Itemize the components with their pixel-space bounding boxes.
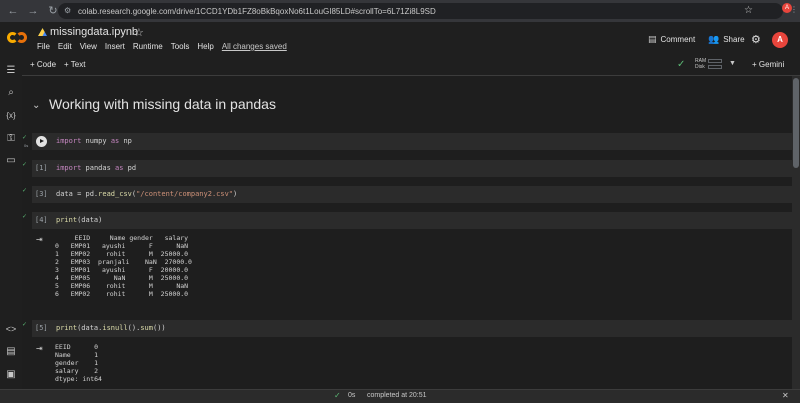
browser-toolbar: ← → ↻ ⚙ colab.research.google.com/drive/…	[0, 0, 800, 22]
executed-check-icon: ✓	[22, 162, 28, 168]
site-info-icon[interactable]: ⚙	[64, 6, 74, 16]
url-text: colab.research.google.com/drive/1CCD1YDb…	[78, 6, 436, 16]
share-people-icon: 👥	[708, 34, 720, 44]
menu-help[interactable]: Help	[197, 42, 213, 51]
run-cell-icon[interactable]	[36, 136, 47, 147]
menu-runtime[interactable]: Runtime	[133, 42, 163, 51]
cell-code: print(data.isnull().sum())	[56, 324, 166, 332]
status-time: 0s	[348, 392, 356, 399]
menu-edit[interactable]: Edit	[58, 42, 72, 51]
cell-exec-count: [5]	[35, 324, 48, 332]
cell-output: EEID Name gender salary 0 EMP01 ayushi F…	[55, 234, 192, 298]
files-folder-icon[interactable]: ▭	[4, 154, 18, 168]
section-heading: Working with missing data in pandas	[49, 96, 276, 112]
menu-insert[interactable]: Insert	[105, 42, 125, 51]
browser-menu-icon[interactable]: ⋮	[790, 5, 798, 14]
code-cell[interactable]: [4] print(data)	[32, 212, 792, 229]
gemini-button[interactable]: + Gemini	[752, 60, 784, 69]
section-collapse-icon[interactable]: ⌄	[32, 100, 40, 111]
forward-icon[interactable]: →	[26, 4, 40, 18]
connected-check-icon: ✓	[677, 59, 686, 70]
scrollbar[interactable]	[792, 76, 800, 389]
cell-exec-count: [1]	[35, 164, 48, 172]
terminal-icon[interactable]: ▣	[4, 368, 18, 382]
share-label: Share	[723, 35, 745, 44]
executed-check-icon: ✓	[22, 135, 28, 141]
address-bar[interactable]: ⚙ colab.research.google.com/drive/1CCD1Y…	[58, 3, 783, 19]
cell-code: data = pd.read_csv("/content/company2.cs…	[56, 190, 238, 198]
code-cell[interactable]: [1] import pandas as pd	[32, 160, 792, 177]
secrets-key-icon[interactable]: ⚿	[4, 132, 18, 146]
star-notebook-icon[interactable]: ☆	[134, 26, 144, 39]
resource-meter[interactable]	[708, 59, 722, 71]
executed-check-icon: ✓	[22, 322, 28, 328]
left-sidebar: ☰ ⌕ {x} ⚿ ▭ <> ▤ ▣	[0, 56, 22, 389]
save-status-link[interactable]: All changes saved	[222, 42, 287, 51]
bookmark-star-icon[interactable]: ☆	[744, 3, 753, 19]
gear-icon[interactable]: ⚙	[751, 33, 761, 46]
add-text-button[interactable]: + Text	[64, 60, 85, 69]
notebook-area: ⌄ Working with missing data in pandas im…	[22, 76, 792, 389]
ram-disk-labels[interactable]: RAM Disk	[695, 58, 706, 70]
menu-view[interactable]: View	[80, 42, 97, 51]
back-icon[interactable]: ←	[6, 4, 20, 18]
variables-icon[interactable]: {x}	[4, 109, 18, 123]
status-text[interactable]: completed at 20:51	[367, 392, 427, 399]
close-icon[interactable]: ✕	[782, 391, 789, 400]
code-cell[interactable]: import numpy as np	[32, 133, 792, 150]
disk-label: Disk	[695, 64, 705, 70]
chevron-down-icon[interactable]: ▼	[729, 60, 736, 67]
notebook-title[interactable]: missingdata.ipynb	[50, 26, 138, 38]
comment-icon: ▤	[648, 34, 657, 44]
cell-code: import pandas as pd	[56, 164, 137, 172]
cell-code: import numpy as np	[56, 137, 132, 145]
exec-time: 0s	[24, 143, 29, 148]
cell-exec-count: [4]	[35, 216, 48, 224]
cell-output: EEID 0 Name 1 gender 1 salary 2 dtype: i…	[55, 343, 102, 383]
code-cell[interactable]: [3] data = pd.read_csv("/content/company…	[32, 186, 792, 203]
code-cell[interactable]: [5] print(data.isnull().sum())	[32, 320, 792, 337]
menu-tools[interactable]: Tools	[171, 42, 190, 51]
colab-logo-icon[interactable]	[7, 30, 29, 46]
comment-button[interactable]: ▤ Comment	[648, 34, 695, 45]
scroll-thumb[interactable]	[793, 78, 799, 168]
code-snippets-icon[interactable]: <>	[4, 322, 18, 336]
command-palette-icon[interactable]: ▤	[4, 345, 18, 359]
cell-exec-count: [3]	[35, 190, 48, 198]
table-of-contents-icon[interactable]: ☰	[4, 64, 18, 78]
executed-check-icon: ✓	[22, 214, 28, 220]
status-bar: ✓ 0s completed at 20:51 ✕	[0, 389, 800, 403]
comment-label: Comment	[660, 35, 696, 44]
drive-icon	[38, 28, 47, 36]
notebook-toolbar: + Code + Text ✓ RAM Disk ▼ + Gemini ▴	[22, 56, 800, 76]
output-actions-icon[interactable]: ⇥	[36, 235, 43, 244]
status-check-icon: ✓	[334, 391, 341, 400]
executed-check-icon: ✓	[22, 188, 28, 194]
search-icon[interactable]: ⌕	[4, 86, 18, 100]
output-actions-icon[interactable]: ⇥	[36, 344, 43, 353]
colab-header: missingdata.ipynb ☆ File Edit View Inser…	[0, 22, 800, 56]
menu-bar: File Edit View Insert Runtime Tools Help…	[37, 42, 287, 51]
cell-code: print(data)	[56, 216, 103, 224]
add-code-button[interactable]: + Code	[30, 60, 56, 69]
menu-file[interactable]: File	[37, 42, 50, 51]
share-button[interactable]: 👥 Share	[708, 34, 745, 45]
avatar[interactable]: A	[772, 32, 788, 48]
